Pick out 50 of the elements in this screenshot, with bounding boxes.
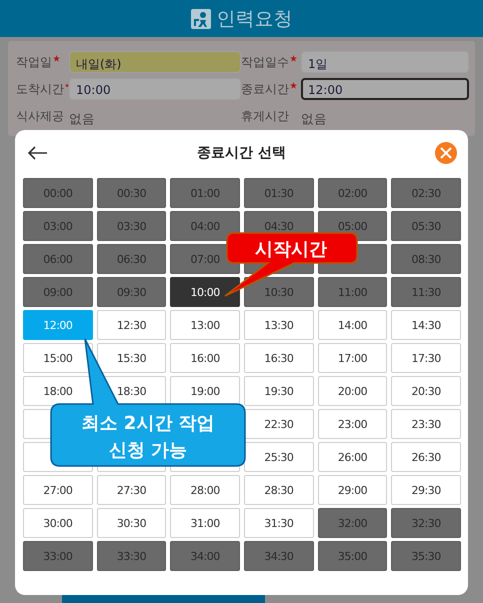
- time-button[interactable]: 31:00: [170, 508, 240, 538]
- time-button[interactable]: 29:30: [391, 475, 461, 505]
- time-button[interactable]: 18:00: [23, 376, 93, 406]
- back-arrow-icon[interactable]: [27, 146, 48, 160]
- time-button[interactable]: 16:00: [170, 343, 240, 373]
- time-button[interactable]: 14:00: [318, 310, 388, 340]
- input-field[interactable]: 1일: [301, 51, 469, 73]
- time-button[interactable]: 26:30: [391, 442, 461, 472]
- time-button[interactable]: 20:00: [318, 376, 388, 406]
- time-button[interactable]: 31:30: [244, 508, 314, 538]
- time-button[interactable]: 30:00: [23, 508, 93, 538]
- input-field[interactable]: 10:00: [69, 78, 241, 100]
- time-button[interactable]: 15:30: [96, 343, 166, 373]
- time-button[interactable]: 10:00: [170, 277, 240, 307]
- dialog-title: 종료시간 선택: [197, 144, 286, 162]
- time-button[interactable]: 12:30: [96, 310, 166, 340]
- info-label: 식사제공: [16, 108, 64, 125]
- time-button[interactable]: 17:00: [318, 343, 388, 373]
- time-button[interactable]: 26:00: [318, 442, 388, 472]
- info-value: 없음: [69, 110, 96, 128]
- worker-icon: [190, 8, 210, 28]
- time-button[interactable]: 13:00: [170, 310, 240, 340]
- field-label: 종료시간: [241, 80, 289, 98]
- time-button[interactable]: 29:00: [318, 475, 388, 505]
- input-field[interactable]: 12:00: [301, 78, 469, 100]
- time-button[interactable]: 25:30: [244, 442, 314, 472]
- input-field[interactable]: 내일(화): [69, 51, 241, 73]
- info-label: 휴게시간: [241, 108, 289, 125]
- field-label: 작업일수: [241, 54, 289, 70]
- time-button[interactable]: 30:30: [96, 508, 166, 538]
- field-label: 작업일: [16, 54, 52, 70]
- time-button[interactable]: 16:30: [244, 343, 314, 373]
- time-button[interactable]: 15:00: [23, 343, 93, 373]
- time-button[interactable]: 28:00: [170, 475, 240, 505]
- time-button[interactable]: 17:30: [391, 343, 461, 373]
- page-title: 인력요청: [216, 6, 292, 32]
- time-button[interactable]: 28:30: [244, 475, 314, 505]
- time-button[interactable]: 19:30: [244, 376, 314, 406]
- time-button[interactable]: 20:30: [391, 376, 461, 406]
- time-button[interactable]: 13:30: [244, 310, 314, 340]
- time-button[interactable]: 27:00: [23, 475, 93, 505]
- time-button[interactable]: 22:30: [244, 409, 314, 439]
- field-label: 도착시간: [16, 80, 64, 98]
- time-button[interactable]: 19:00: [170, 376, 240, 406]
- close-icon[interactable]: [435, 142, 457, 164]
- time-button[interactable]: 23:00: [318, 409, 388, 439]
- time-button[interactable]: 27:30: [96, 475, 166, 505]
- info-value: 없음: [301, 110, 328, 128]
- time-button[interactable]: 23:30: [391, 409, 461, 439]
- time-button[interactable]: 14:30: [391, 310, 461, 340]
